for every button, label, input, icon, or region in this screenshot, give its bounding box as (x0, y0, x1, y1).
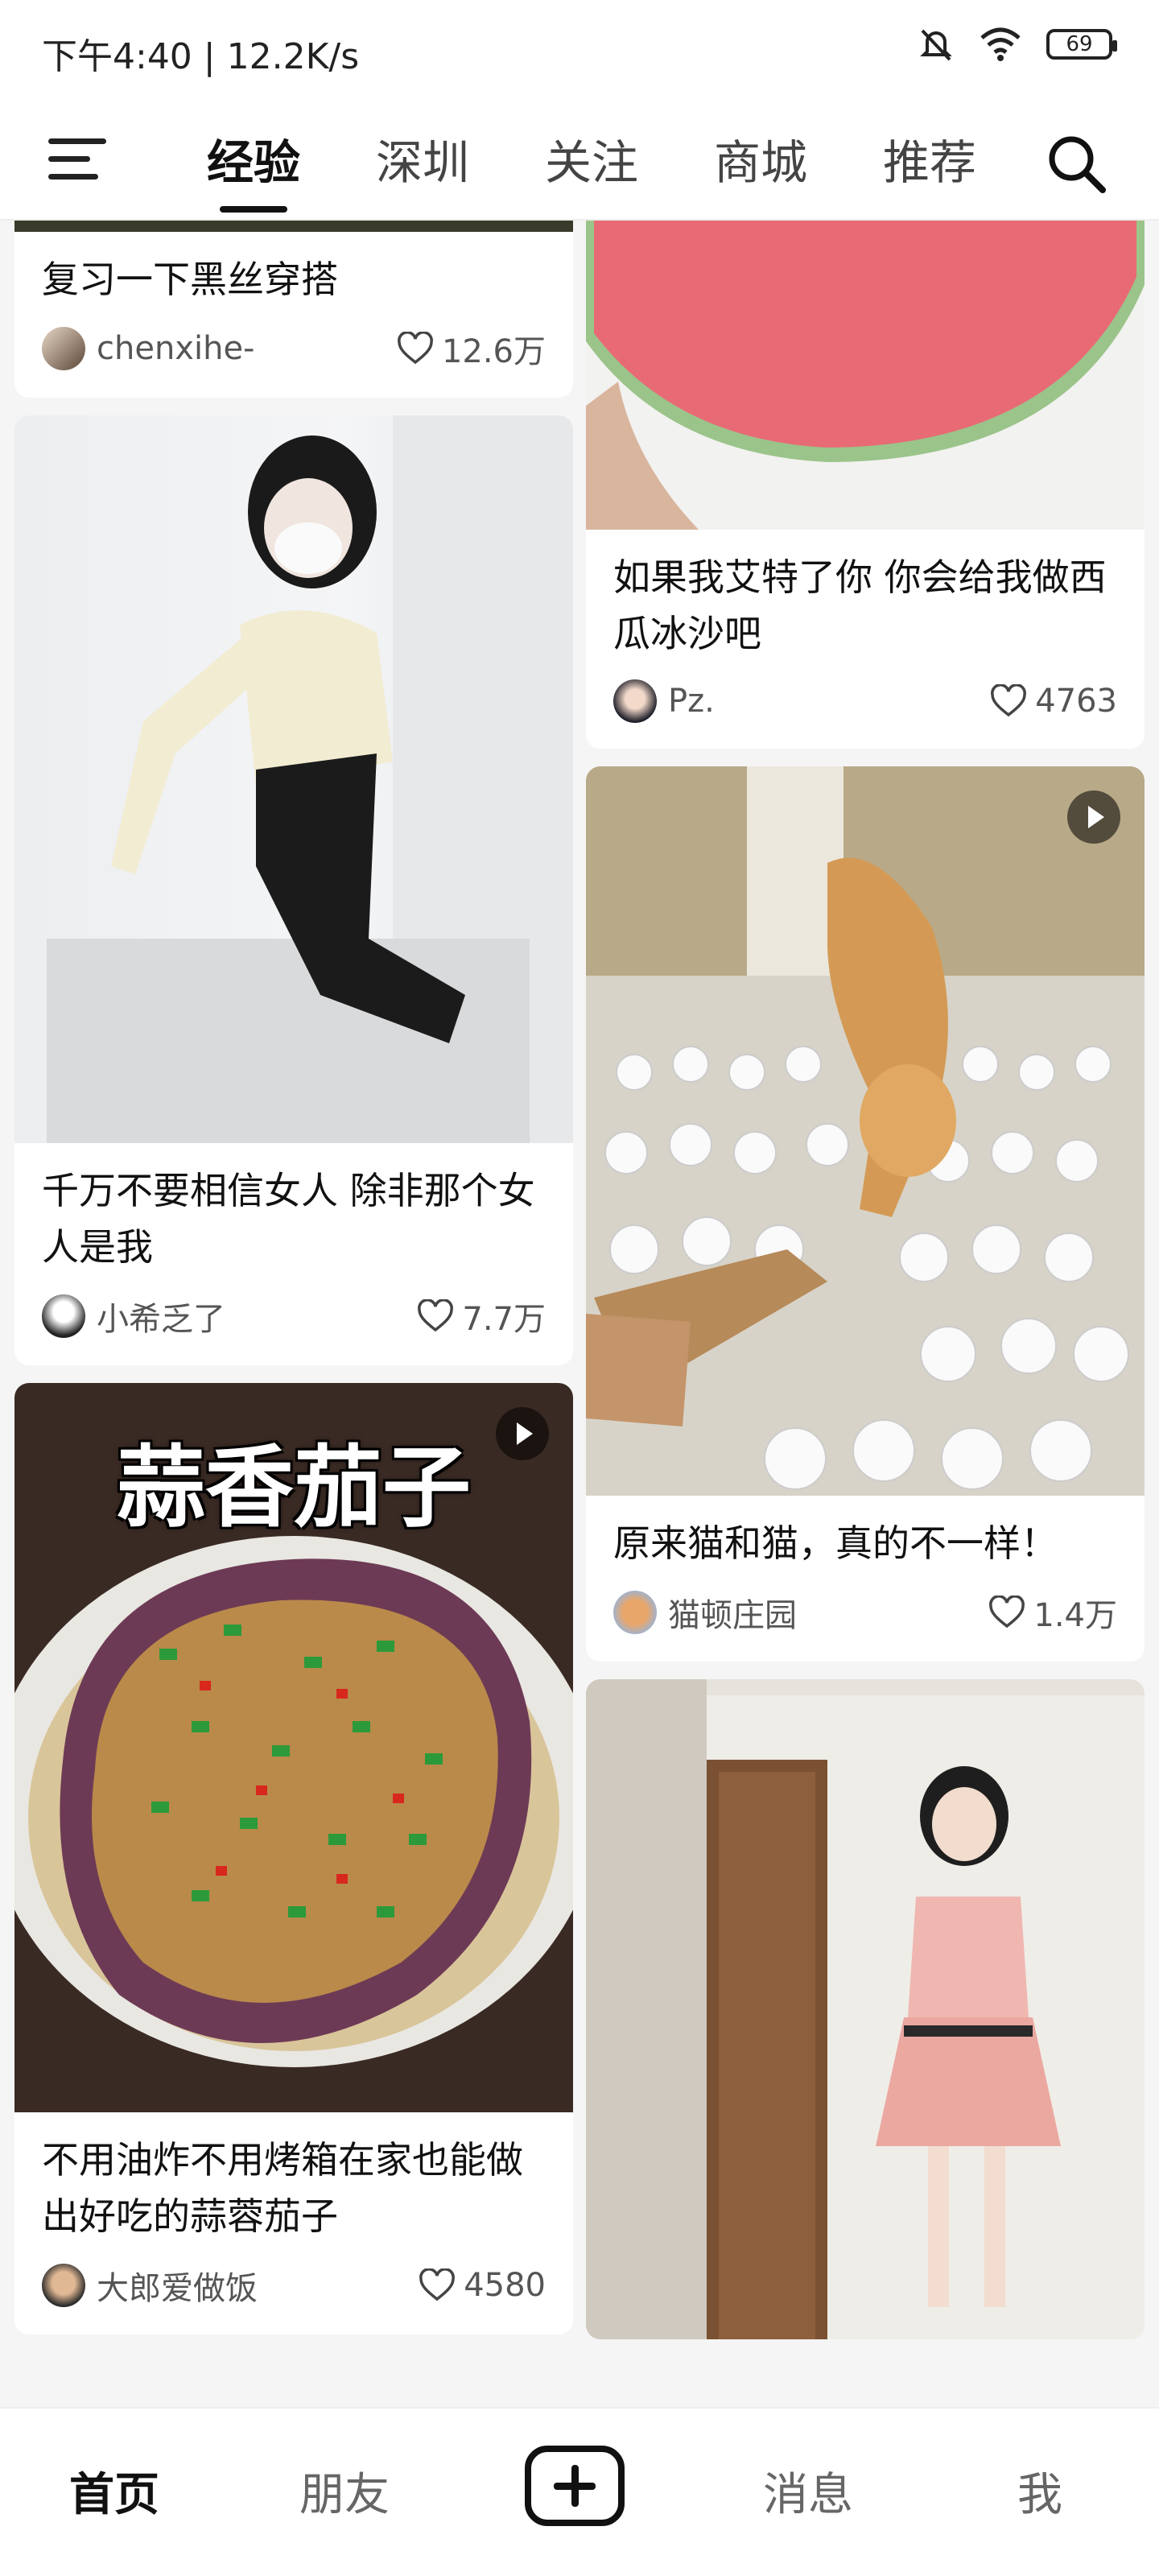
search-icon[interactable] (1045, 132, 1107, 195)
image-caption: 蒜香茄子 (117, 1436, 471, 1539)
like-count: 12.6万 (441, 333, 546, 370)
like-count: 4580 (464, 2267, 546, 2304)
post-title: 复习一下黑丝穿搭 (42, 258, 338, 301)
heart-icon (398, 332, 433, 365)
post-card[interactable] (586, 1679, 1145, 2339)
post-image (586, 221, 1145, 530)
author-name: Pz. (668, 683, 715, 720)
video-play-icon (1067, 791, 1120, 844)
post-meta: 大郎爱做饭 4580 (14, 2244, 573, 2334)
like-count: 4763 (1035, 683, 1117, 720)
post-card[interactable]: 如果我艾特了你 你会给我做西瓜冰沙吧 Pz. 4763 (586, 221, 1145, 749)
post-title: 不用油炸不用烤箱在家也能做出好吃的蒜蓉茄子 (42, 2138, 523, 2238)
feed-column-right: 如果我艾特了你 你会给我做西瓜冰沙吧 Pz. 4763 原来猫和猫，真的不一样！… (586, 221, 1145, 2357)
like-count: 7.7万 (462, 1301, 546, 1338)
menu-icon[interactable] (48, 138, 106, 182)
like-button[interactable]: 4763 (990, 683, 1117, 720)
post-image (586, 1679, 1145, 2339)
post-author[interactable]: 大郎爱做饭 (42, 2262, 258, 2309)
battery-level: 69 (1066, 32, 1093, 56)
person-photo (47, 415, 573, 1143)
post-author[interactable]: chenxihe- (42, 327, 254, 370)
nav-messages[interactable]: 消息 (763, 2458, 853, 2524)
battery-icon: 69 (1046, 29, 1117, 60)
post-author[interactable]: 小希乏了 (42, 1293, 225, 1340)
outfit-photo (586, 1679, 1145, 2339)
post-image (586, 766, 1145, 1496)
post-author[interactable]: 猫顿庄园 (613, 1589, 797, 1636)
mute-bell-icon (920, 29, 952, 61)
post-image: 蒜香茄子 (14, 1383, 573, 2112)
tab-following[interactable]: 关注 (507, 124, 676, 201)
heart-icon (991, 684, 1027, 717)
post-card[interactable]: 千万不要相信女人 除非那个女人是我 小希乏了 7.7万 (14, 415, 573, 1365)
post-card[interactable]: 原来猫和猫，真的不一样！ 猫顿庄园 1.4万 (586, 766, 1145, 1662)
author-name: chenxihe- (97, 330, 255, 367)
top-nav: 经验 深圳 关注 商城 推荐 (0, 100, 1159, 221)
nav-me[interactable]: 我 (1017, 2458, 1062, 2524)
feed: 复习一下黑丝穿搭 chenxihe- 12.6万 千万不要相信女人 除非那个女人… (0, 221, 1159, 2407)
heart-icon (418, 1299, 454, 1332)
post-title: 千万不要相信女人 除非那个女人是我 (42, 1169, 535, 1269)
avatar (613, 1591, 657, 1634)
add-post-button[interactable] (525, 2446, 625, 2526)
nav-friends[interactable]: 朋友 (299, 2458, 390, 2524)
avatar (42, 2264, 85, 2307)
tab-experience[interactable]: 经验 (169, 124, 338, 201)
post-image (14, 415, 573, 1143)
like-button[interactable]: 1.4万 (988, 1589, 1117, 1636)
status-bar: 下午4:40 | 12.2K/s 69 (0, 0, 1159, 100)
post-meta: chenxihe- 12.6万 (14, 308, 573, 398)
watermelon-photo (586, 221, 1145, 530)
tab-recommend[interactable]: 推荐 (845, 124, 1014, 201)
like-button[interactable]: 12.6万 (397, 325, 546, 372)
author-name: 猫顿庄园 (668, 1597, 797, 1634)
avatar (613, 679, 657, 723)
post-title: 如果我艾特了你 你会给我做西瓜冰沙吧 (613, 555, 1107, 655)
status-time: 下午4:40 | 12.2K/s (42, 36, 360, 77)
like-count: 1.4万 (1033, 1597, 1117, 1634)
wifi-icon (980, 27, 1021, 61)
heart-icon (989, 1596, 1025, 1629)
post-title: 原来猫和猫，真的不一样！ (613, 1521, 1058, 1565)
nav-home[interactable]: 首页 (69, 2458, 159, 2524)
post-card[interactable]: 蒜香茄子 不用油炸不用烤箱在家也能做出好吃的蒜蓉茄子 大郎爱做饭 4580 (14, 1383, 573, 2334)
post-meta: 猫顿庄园 1.4万 (586, 1571, 1145, 1662)
tab-mall[interactable]: 商城 (676, 124, 845, 201)
feed-column-left: 复习一下黑丝穿搭 chenxihe- 12.6万 千万不要相信女人 除非那个女人… (14, 221, 573, 2352)
bottom-nav: 首页 朋友 消息 我 (0, 2407, 1159, 2576)
post-card[interactable]: 复习一下黑丝穿搭 chenxihe- 12.6万 (14, 221, 573, 398)
post-meta: Pz. 4763 (586, 662, 1145, 749)
like-button[interactable]: 7.7万 (417, 1293, 546, 1340)
avatar (42, 1294, 85, 1338)
like-button[interactable]: 4580 (419, 2267, 546, 2304)
heart-icon (419, 2268, 456, 2301)
post-image (14, 221, 573, 232)
tab-bar: 经验 深圳 关注 商城 推荐 (169, 124, 1014, 201)
tab-shenzhen[interactable]: 深圳 (338, 124, 507, 201)
avatar (42, 327, 85, 370)
post-meta: 小希乏了 7.7万 (14, 1275, 573, 1365)
author-name: 小希乏了 (97, 1301, 225, 1338)
author-name: 大郎爱做饭 (97, 2270, 258, 2307)
post-author[interactable]: Pz. (613, 679, 715, 723)
status-icons: 69 (918, 26, 1117, 63)
video-play-icon (496, 1407, 549, 1460)
cat-photo (586, 766, 1145, 1496)
